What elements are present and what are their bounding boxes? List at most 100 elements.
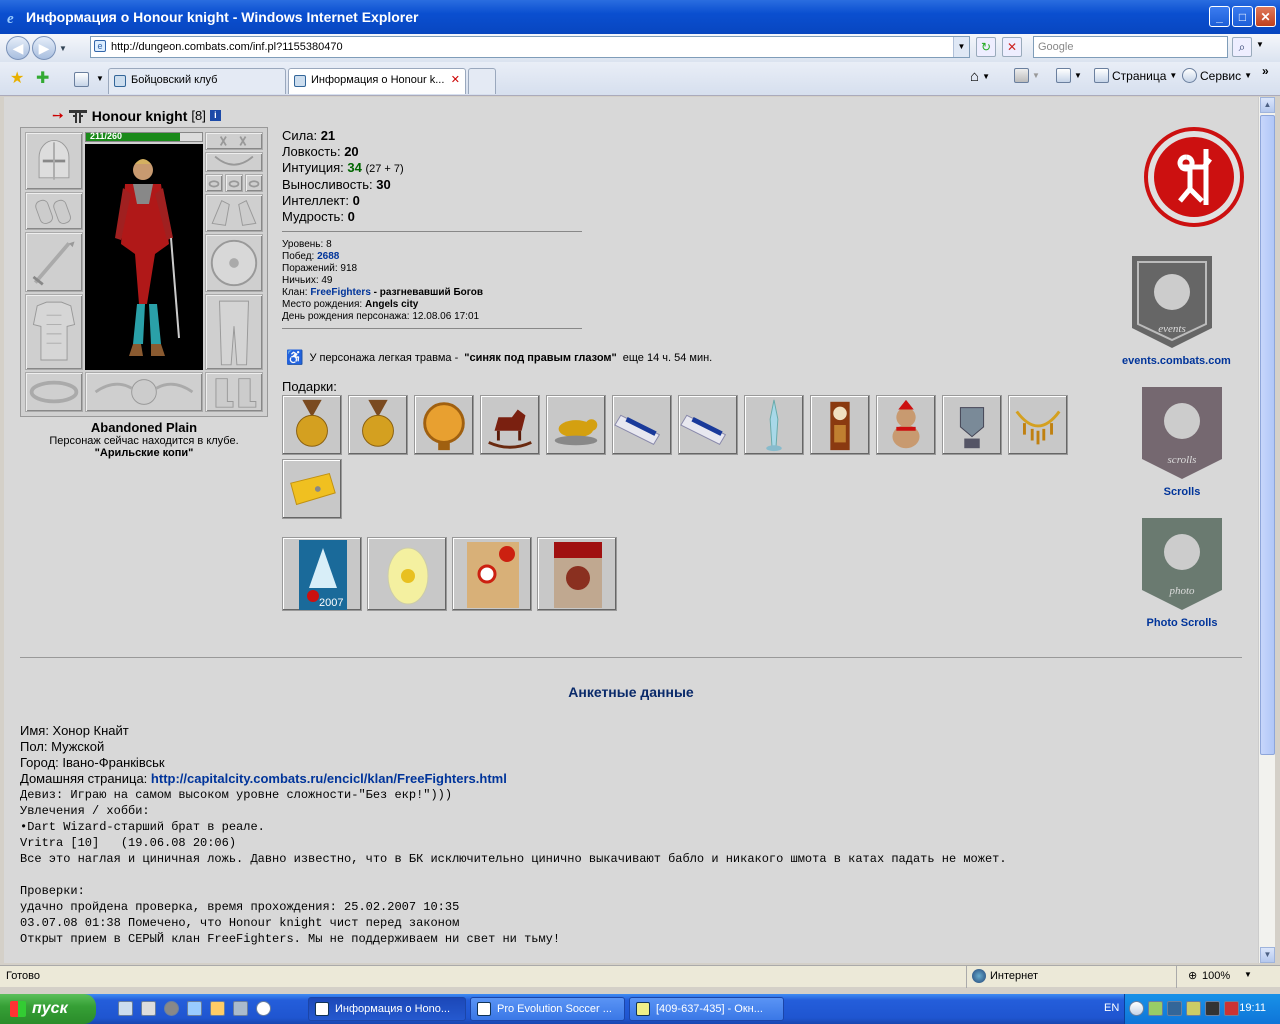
gift-medal-1[interactable] <box>282 395 342 455</box>
quick-tabs-icon[interactable] <box>74 72 89 87</box>
refresh-icon[interactable]: ↻ <box>976 37 996 57</box>
character-portrait[interactable] <box>85 144 203 370</box>
start-button[interactable]: пуск <box>0 994 96 1024</box>
scroll-thumb[interactable] <box>1260 115 1275 755</box>
stop-icon[interactable]: ✕ <box>1002 37 1022 57</box>
history-dropdown-icon[interactable]: ▼ <box>59 44 67 53</box>
page-content: ➙ Honour knight [8] i 211/260 Abandoned … <box>4 97 1258 963</box>
flag-slot[interactable] <box>85 372 203 412</box>
ring-slot-3[interactable] <box>245 174 263 192</box>
boots-slot[interactable] <box>205 372 263 412</box>
injury-icon[interactable]: ♿ <box>286 349 303 366</box>
gift-easter-egg[interactable] <box>367 537 447 611</box>
page-menu[interactable]: Страница ▼ <box>1094 68 1177 83</box>
taskbar-item-pes[interactable]: Pro Evolution Soccer ... <box>470 997 625 1021</box>
info-icon[interactable]: i <box>209 110 221 121</box>
gift-coin[interactable] <box>414 395 474 455</box>
taskbar-item-chat[interactable]: [409-637-435] - Окн... <box>629 997 784 1021</box>
scroll-down-arrow[interactable]: ▼ <box>1260 947 1275 963</box>
gift-crystal-tower[interactable] <box>744 395 804 455</box>
gift-teddy-bear[interactable] <box>876 395 936 455</box>
gift-card-red-balloon[interactable] <box>452 537 532 611</box>
quicklaunch-icon[interactable] <box>141 1001 156 1016</box>
ring-slot-2[interactable] <box>225 174 243 192</box>
minimize-button[interactable]: _ <box>1209 6 1230 27</box>
gift-cheese[interactable] <box>282 459 342 519</box>
quicklaunch-icon[interactable] <box>210 1001 225 1016</box>
tab-close-icon[interactable]: ✕ <box>451 73 460 86</box>
gift-medal-2[interactable] <box>348 395 408 455</box>
leggings-slot[interactable] <box>205 294 263 370</box>
back-button[interactable]: ◀ <box>6 36 30 60</box>
tab-fightclub[interactable]: Бойцовский клуб <box>108 68 286 94</box>
gift-clock[interactable] <box>810 395 870 455</box>
armor-slot[interactable] <box>25 294 83 370</box>
gift-combats-pack[interactable] <box>537 537 617 611</box>
search-input[interactable]: Google <box>1033 36 1228 58</box>
scrolls-banner[interactable]: scrolls Scrolls <box>1132 383 1232 498</box>
weapon-slot[interactable] <box>25 232 83 292</box>
gift-necklace[interactable] <box>1008 395 1068 455</box>
clan-link[interactable]: FreeFighters <box>310 287 371 298</box>
zoom-dropdown-icon[interactable]: ▼ <box>1244 970 1252 979</box>
scroll-up-arrow[interactable]: ▲ <box>1260 97 1275 113</box>
arrow-icon[interactable]: ➙ <box>52 107 64 124</box>
scrolls-link[interactable]: Scrolls <box>1132 486 1232 498</box>
gloves-slot[interactable] <box>205 194 263 232</box>
tray-icon[interactable] <box>1224 1001 1239 1016</box>
tools-menu[interactable]: Сервис ▼ <box>1182 68 1252 83</box>
earrings-slot[interactable] <box>205 132 263 150</box>
homepage-link[interactable]: http://capitalcity.combats.ru/encicl/kla… <box>151 771 507 786</box>
feeds-button[interactable]: ▼ <box>1014 68 1040 83</box>
helmet-slot[interactable] <box>25 132 83 190</box>
close-button[interactable]: ✕ <box>1255 6 1276 27</box>
maximize-button[interactable]: □ <box>1232 6 1253 27</box>
tray-icon[interactable] <box>1205 1001 1220 1016</box>
shield-slot[interactable] <box>205 234 263 292</box>
belt-slot[interactable] <box>25 372 83 412</box>
tab-info[interactable]: Информация о Honour k... ✕ <box>288 68 466 94</box>
tab-list-dropdown-icon[interactable]: ▼ <box>96 74 104 83</box>
ring-slot-1[interactable] <box>205 174 223 192</box>
language-indicator[interactable]: EN <box>1104 1002 1119 1014</box>
tray-icon[interactable] <box>1186 1001 1201 1016</box>
amulet-slot[interactable] <box>205 152 263 172</box>
gift-rocking-horse[interactable] <box>480 395 540 455</box>
tray-icon[interactable] <box>1167 1001 1182 1016</box>
events-link[interactable]: events.combats.com <box>1122 355 1231 367</box>
address-dropdown-icon[interactable]: ▼ <box>953 37 969 57</box>
gift-rat[interactable] <box>546 395 606 455</box>
photo-scrolls-banner[interactable]: photo Photo Scrolls <box>1132 514 1232 629</box>
print-button[interactable]: ▼ <box>1056 68 1082 83</box>
forward-button[interactable]: ▶ <box>32 36 56 60</box>
events-banner[interactable]: events events.combats.com <box>1122 252 1231 367</box>
quicklaunch-icon[interactable] <box>118 1001 133 1016</box>
tray-icon[interactable] <box>1129 1001 1144 1016</box>
tray-icon[interactable] <box>1148 1001 1163 1016</box>
new-tab-button[interactable] <box>468 68 496 94</box>
quicklaunch-icon[interactable] <box>256 1001 271 1016</box>
gift-vaseline-1[interactable] <box>612 395 672 455</box>
vertical-scrollbar[interactable]: ▲ ▼ <box>1258 97 1275 963</box>
search-options-icon[interactable]: ▼ <box>1256 40 1264 49</box>
gift-vaseline-2[interactable] <box>678 395 738 455</box>
quicklaunch-icon[interactable] <box>164 1001 179 1016</box>
favorites-star-icon[interactable]: ★ <box>10 68 24 88</box>
clan-emblem-icon[interactable] <box>68 108 88 124</box>
toolbar-overflow-icon[interactable]: » <box>1262 64 1269 78</box>
ring-icon <box>248 180 260 188</box>
search-icon[interactable]: ⌕ <box>1232 37 1252 57</box>
taskbar-item-ie[interactable]: Информация о Hono... <box>308 997 466 1021</box>
ie-quicklaunch-icon[interactable] <box>187 1001 202 1016</box>
address-bar[interactable]: e http://dungeon.combats.com/inf.pl?1155… <box>90 36 970 58</box>
gift-helmet-trophy[interactable] <box>942 395 1002 455</box>
quicklaunch-icon[interactable] <box>233 1001 248 1016</box>
bracers-slot[interactable] <box>25 192 83 230</box>
zoom-level[interactable]: 100% <box>1202 970 1230 982</box>
add-favorites-icon[interactable]: ✚ <box>36 68 49 88</box>
photo-scrolls-link[interactable]: Photo Scrolls <box>1132 617 1232 629</box>
gift-card-2007[interactable]: 2007 <box>282 537 362 611</box>
home-button[interactable]: ⌂ ▼ <box>970 68 990 85</box>
archer-badge[interactable] <box>1144 127 1244 230</box>
wins-link[interactable]: 2688 <box>317 251 339 262</box>
